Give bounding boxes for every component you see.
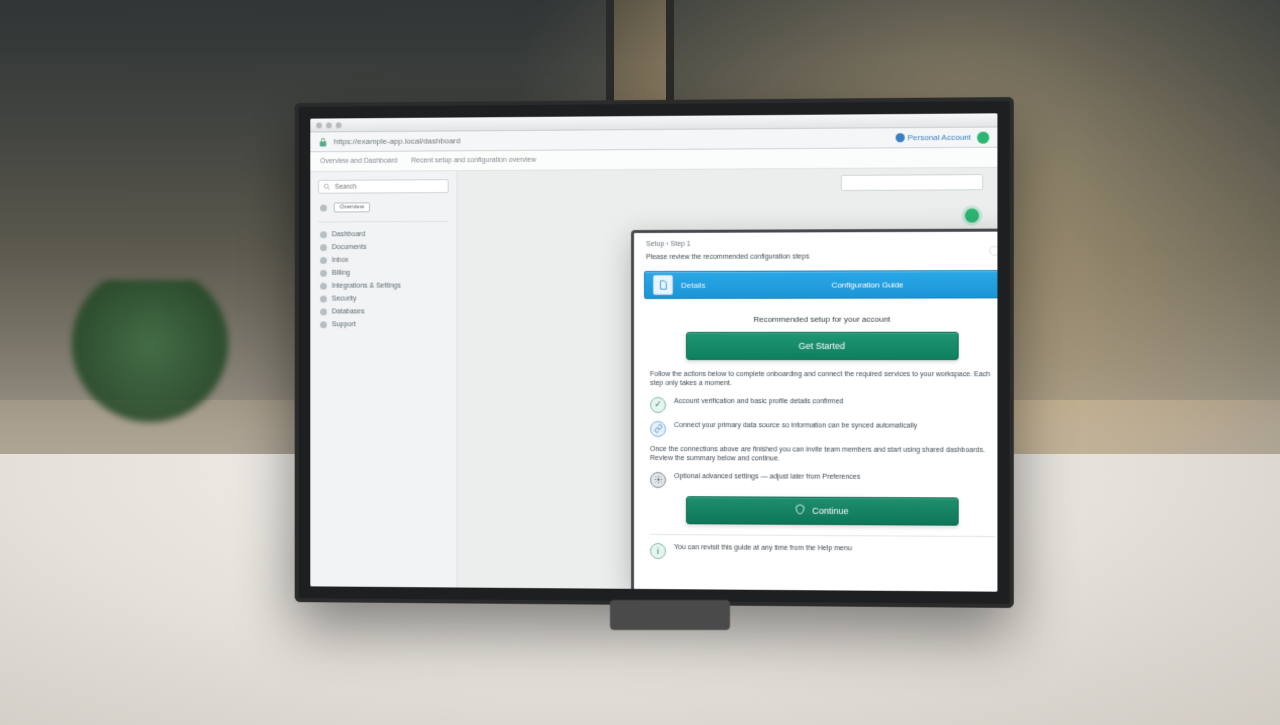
modal-breadcrumb: Setup › Step 1 bbox=[646, 240, 997, 248]
account-link[interactable]: Personal Account bbox=[895, 133, 971, 143]
sidebar-item-label: Security bbox=[332, 296, 357, 303]
modal-bullet: Connect your primary data source so info… bbox=[650, 421, 995, 438]
continue-button[interactable]: Continue bbox=[686, 496, 959, 526]
modal-bullet-text: Connect your primary data source so info… bbox=[674, 421, 995, 431]
modal-header: Setup › Step 1 Please review the recomme… bbox=[634, 232, 997, 267]
account-label: Personal Account bbox=[908, 133, 971, 143]
modal-paragraph: Follow the actions below to complete onb… bbox=[650, 370, 995, 389]
setup-modal: Setup › Step 1 Please review the recomme… bbox=[631, 229, 997, 592]
status-indicator-icon[interactable] bbox=[977, 131, 989, 143]
button-label: Continue bbox=[812, 506, 848, 516]
sidebar-item-support[interactable]: Support bbox=[318, 318, 449, 331]
sidebar-item-label: Integrations & Settings bbox=[332, 283, 401, 290]
sidebar-item-integrations[interactable]: Integrations & Settings bbox=[318, 279, 449, 292]
sidebar-item-label: Databases bbox=[332, 308, 365, 315]
modal-subtitle: Please review the recommended configurat… bbox=[646, 253, 997, 261]
modal-footer-bullet: i You can revisit this guide at any time… bbox=[650, 543, 995, 561]
bullet-icon bbox=[320, 283, 327, 290]
check-circle-icon: ✓ bbox=[650, 397, 666, 413]
get-started-button[interactable]: Get Started bbox=[686, 332, 959, 360]
bullet-icon bbox=[320, 231, 327, 238]
bullet-icon bbox=[320, 204, 327, 211]
modal-step-title: Recommended setup for your account bbox=[650, 315, 995, 324]
bullet-icon bbox=[320, 244, 327, 251]
screen: https://example-app.local/dashboard Pers… bbox=[310, 113, 997, 591]
sidebar-item-label: Documents bbox=[332, 244, 367, 251]
modal-bullet: Optional advanced settings — adjust late… bbox=[650, 472, 995, 490]
modal-bullet-text: You can revisit this guide at any time f… bbox=[674, 543, 995, 554]
info-circle-icon: i bbox=[650, 543, 666, 559]
account-avatar-icon bbox=[895, 133, 904, 142]
sidebar-item-databases[interactable]: Databases bbox=[318, 305, 449, 318]
bullet-icon bbox=[320, 270, 327, 277]
sidebar-item-label: Billing bbox=[332, 270, 350, 277]
search-icon bbox=[323, 183, 331, 191]
sidebar-item-security[interactable]: Security bbox=[318, 292, 449, 305]
button-label: Get Started bbox=[799, 341, 845, 351]
modal-body: Recommended setup for your account Get S… bbox=[634, 302, 997, 591]
modal-tab-center-label: Configuration Guide bbox=[736, 280, 998, 290]
background-plant bbox=[70, 280, 230, 440]
link-circle-icon bbox=[650, 421, 666, 437]
toolbar-item[interactable]: Overview and Dashboard bbox=[320, 158, 397, 165]
sidebar-group: Dashboard Documents Inbox Billing Integr… bbox=[318, 228, 449, 331]
search-input[interactable] bbox=[335, 183, 444, 191]
monitor-frame: https://example-app.local/dashboard Pers… bbox=[295, 97, 1014, 608]
modal-tab-bar[interactable]: Details Configuration Guide bbox=[644, 270, 997, 299]
sidebar-item-billing[interactable]: Billing bbox=[318, 267, 449, 280]
modal-tab-left-label: Details bbox=[681, 280, 705, 289]
bullet-icon bbox=[320, 308, 327, 315]
sidebar-chip-row[interactable]: Overview bbox=[318, 199, 449, 215]
modal-bullet: ✓ Account verification and basic profile… bbox=[650, 397, 995, 414]
secure-lock-icon bbox=[318, 137, 328, 147]
bullet-icon bbox=[320, 321, 327, 328]
modal-bullet-text: Optional advanced settings — adjust late… bbox=[674, 472, 995, 482]
sidebar-divider bbox=[318, 221, 449, 223]
step-progress-icon bbox=[989, 246, 997, 256]
notification-badge-icon[interactable] bbox=[965, 208, 979, 222]
gear-circle-icon bbox=[650, 472, 666, 488]
sidebar-item-label: Inbox bbox=[332, 257, 349, 264]
sidebar: Overview Dashboard Documents Inbox Billi… bbox=[310, 171, 457, 587]
address-text[interactable]: https://example-app.local/dashboard bbox=[334, 136, 461, 146]
sidebar-item-label: Support bbox=[332, 321, 356, 328]
shield-icon bbox=[795, 504, 806, 517]
document-icon bbox=[653, 275, 673, 295]
sidebar-search[interactable] bbox=[318, 179, 449, 194]
window-control-icon[interactable] bbox=[336, 122, 342, 128]
window-control-icon[interactable] bbox=[316, 122, 322, 128]
bullet-icon bbox=[320, 296, 327, 303]
modal-paragraph: Once the connections above are finished … bbox=[650, 445, 995, 465]
sidebar-chip[interactable]: Overview bbox=[334, 202, 370, 212]
modal-bullet-text: Account verification and basic profile d… bbox=[674, 397, 995, 407]
main-panel: Setup › Step 1 Please review the recomme… bbox=[457, 168, 997, 592]
sidebar-item-dashboard[interactable]: Dashboard bbox=[318, 228, 449, 241]
sidebar-item-inbox[interactable]: Inbox bbox=[318, 254, 449, 267]
content-area: Overview Dashboard Documents Inbox Billi… bbox=[310, 168, 997, 592]
monitor-stand bbox=[610, 600, 730, 630]
sidebar-item-documents[interactable]: Documents bbox=[318, 241, 449, 254]
main-search-field[interactable] bbox=[841, 174, 983, 191]
sidebar-item-label: Dashboard bbox=[332, 231, 366, 238]
window-control-icon[interactable] bbox=[326, 122, 332, 128]
toolbar-item[interactable]: Recent setup and configuration overview bbox=[411, 157, 536, 165]
bullet-icon bbox=[320, 257, 327, 264]
modal-divider bbox=[650, 534, 995, 537]
